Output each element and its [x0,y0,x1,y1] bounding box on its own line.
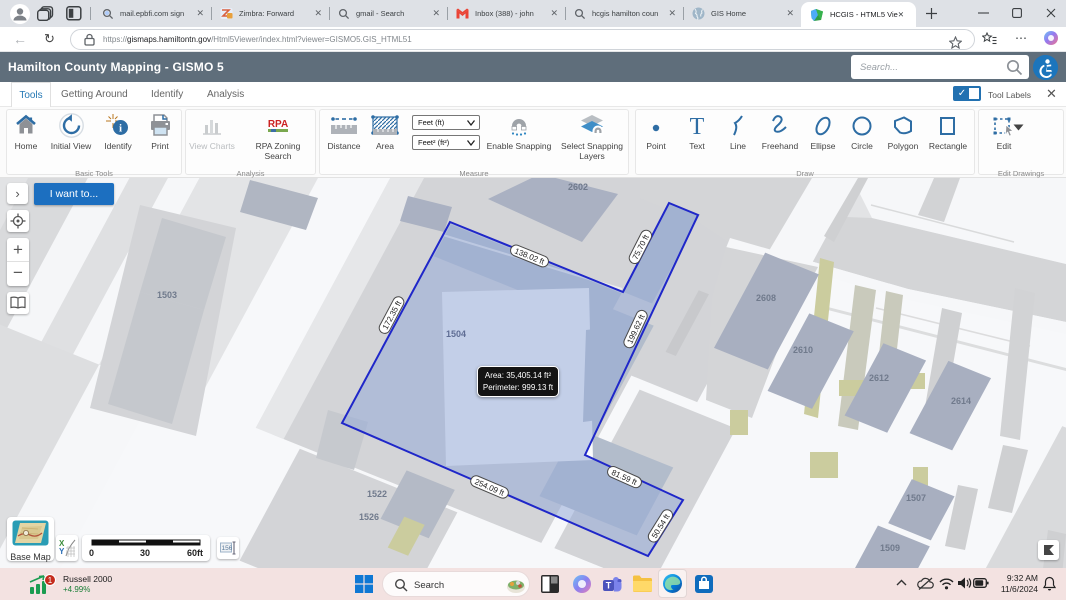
svg-text:Y: Y [59,547,65,556]
svg-text:156: 156 [221,545,232,552]
svg-text:RPA: RPA [268,119,288,130]
svg-text:0: 0 [89,548,94,558]
svg-text:T: T [606,581,612,591]
svg-text:1: 1 [48,576,53,585]
svg-text:30: 30 [140,548,150,558]
svg-text:60ft: 60ft [187,548,203,558]
svg-text:i: i [119,123,122,135]
svg-text:T: T [690,114,705,139]
